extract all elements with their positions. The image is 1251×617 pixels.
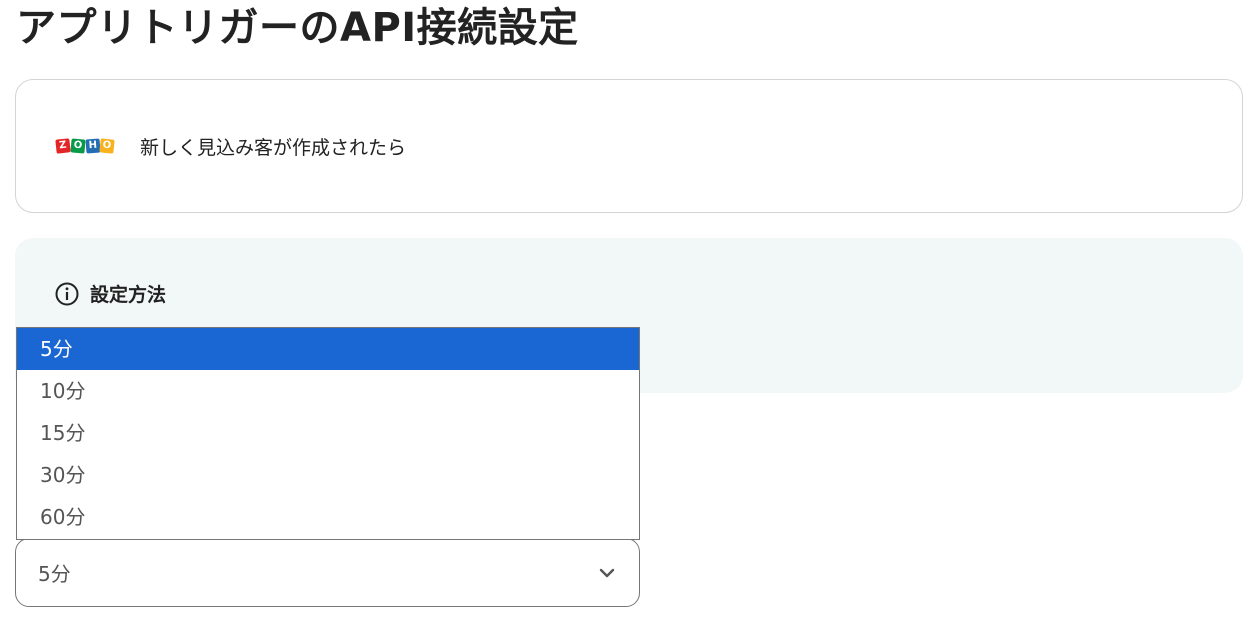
page: アプリトリガーのAPI接続設定 Z O H O 新しく見込み客が作成されたら 設…	[0, 0, 1251, 617]
zoho-letter-o: O	[70, 138, 86, 154]
trigger-card: Z O H O 新しく見込み客が作成されたら	[15, 79, 1243, 213]
dropdown-option-15min[interactable]: 15分	[17, 412, 639, 454]
zoho-letter-z: Z	[55, 138, 71, 154]
trigger-label: 新しく見込み客が作成されたら	[140, 136, 407, 159]
info-title[interactable]: 設定方法	[90, 280, 166, 307]
info-header: 設定方法	[55, 280, 166, 307]
page-title: アプリトリガーのAPI接続設定	[16, 5, 579, 51]
info-circle-icon	[55, 282, 79, 306]
chevron-down-icon[interactable]	[597, 563, 617, 583]
dropdown-option-60min[interactable]: 60分	[17, 496, 639, 538]
interval-select[interactable]: 5分	[15, 538, 640, 607]
zoho-letter-o2: O	[99, 138, 115, 154]
interval-select-value: 5分	[38, 562, 71, 586]
dropdown-option-30min[interactable]: 30分	[17, 454, 639, 496]
interval-dropdown-list[interactable]: 5分 10分 15分 30分 60分	[16, 327, 640, 540]
zoho-letter-h: H	[85, 138, 100, 154]
dropdown-option-10min[interactable]: 10分	[17, 370, 639, 412]
zoho-logo-icon: Z O H O	[55, 137, 115, 155]
dropdown-option-5min[interactable]: 5分	[17, 328, 639, 370]
